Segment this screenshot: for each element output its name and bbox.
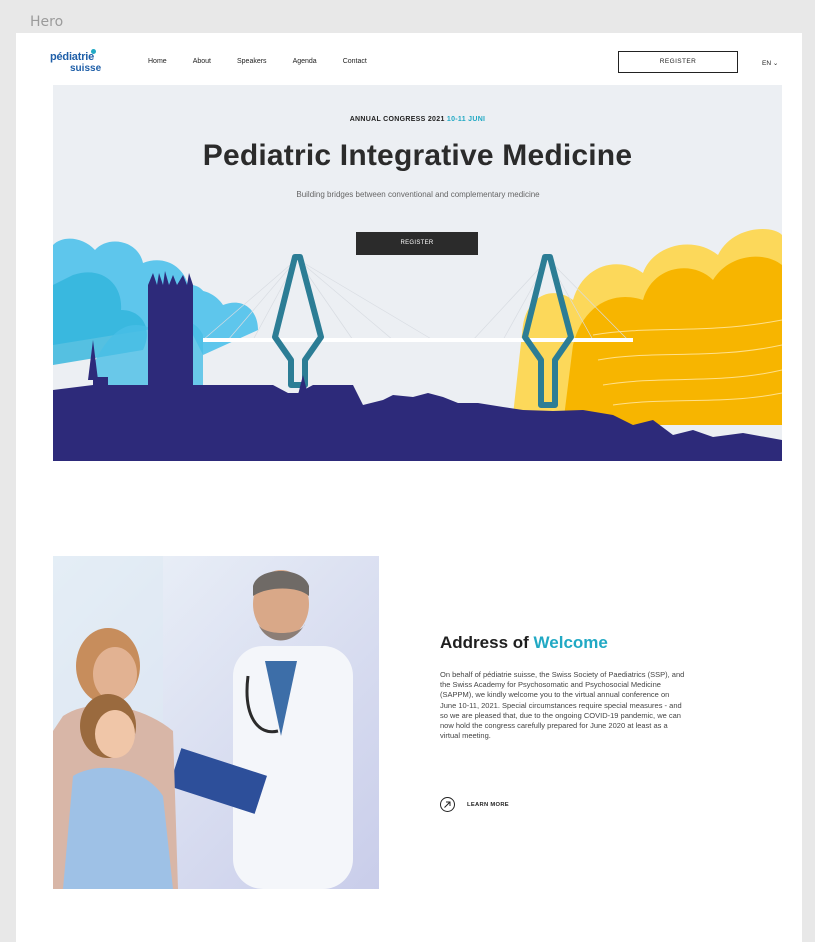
- doctor-family-photo: [53, 556, 379, 889]
- nav-item-agenda[interactable]: Agenda: [293, 58, 317, 65]
- top-navigation: pédiatrie suisse Home About Speakers Age…: [16, 33, 802, 89]
- learn-more-link[interactable]: LEARN MORE: [440, 797, 509, 812]
- logo-line2: suisse: [70, 63, 102, 74]
- main-menu: Home About Speakers Agenda Contact: [148, 58, 393, 65]
- nav-item-speakers[interactable]: Speakers: [237, 58, 267, 65]
- welcome-heading-part2: Welcome: [533, 633, 608, 652]
- hero-section: ANNUAL CONGRESS 2021 10-11 JUNI Pediatri…: [53, 85, 782, 461]
- arrow-up-right-icon: [440, 797, 455, 812]
- frame-label: Hero: [30, 14, 64, 30]
- nav-item-about[interactable]: About: [193, 58, 211, 65]
- logo[interactable]: pédiatrie suisse: [50, 49, 110, 77]
- welcome-heading: Address of Welcome: [440, 633, 608, 653]
- eyebrow-label: ANNUAL CONGRESS 2021: [349, 116, 445, 123]
- nav-register-button[interactable]: REGISTER: [618, 51, 738, 73]
- welcome-body-text: On behalf of pédiatrie suisse, the Swiss…: [440, 670, 685, 741]
- nav-item-home[interactable]: Home: [148, 58, 167, 65]
- welcome-heading-part1: Address of: [440, 633, 529, 652]
- page-canvas: pédiatrie suisse Home About Speakers Age…: [16, 33, 802, 942]
- eyebrow-dates: 10-11 JUNI: [446, 116, 486, 123]
- hero-eyebrow: ANNUAL CONGRESS 2021 10-11 JUNI: [53, 116, 782, 123]
- logo-line1: pédiatrie: [50, 51, 95, 63]
- learn-more-label: LEARN MORE: [467, 801, 509, 808]
- logo-dot-icon: [91, 49, 96, 54]
- hero-title: Pediatric Integrative Medicine: [202, 139, 633, 172]
- hero-register-button[interactable]: REGISTER: [356, 232, 478, 255]
- hero-subtitle: Building bridges between conventional an…: [296, 190, 540, 199]
- nav-item-contact[interactable]: Contact: [343, 58, 367, 65]
- language-selector[interactable]: EN ⌄: [762, 59, 778, 67]
